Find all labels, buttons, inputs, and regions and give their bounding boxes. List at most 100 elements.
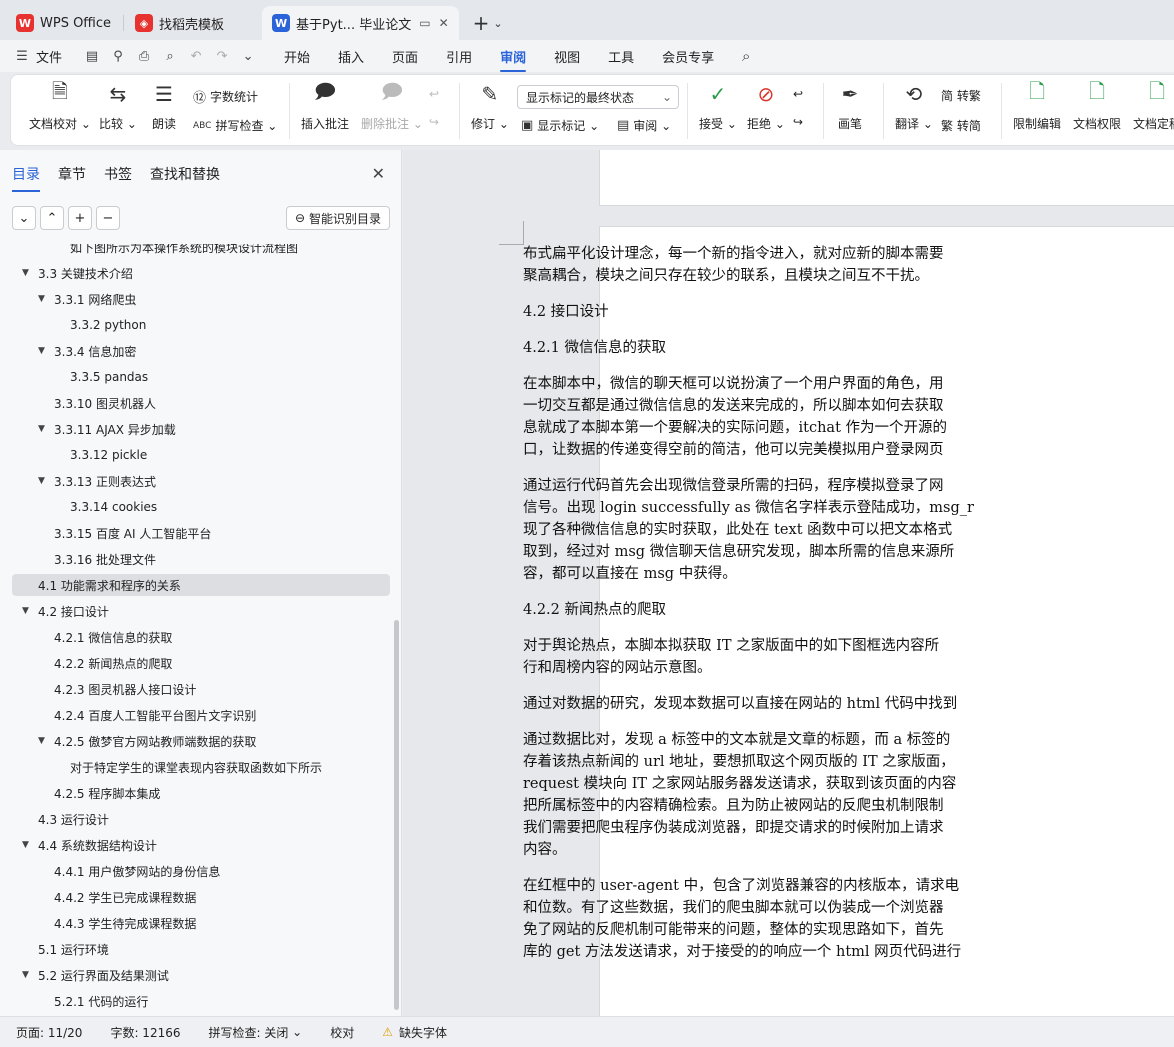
tab-chapters[interactable]: 章节 [58,164,86,192]
doc-permission-button[interactable]: 🗋 文档权限 [1073,79,1121,132]
collapse-all-button[interactable]: ⌄ [12,206,36,230]
toc-item[interactable]: ▼ 5.2 运行界面及结果测试 [12,964,390,986]
tab-find-replace[interactable]: 查找和替换 [150,164,220,192]
tab-wps-office[interactable]: W WPS Office [6,6,125,40]
expand-triangle-icon[interactable]: ▼ [22,840,34,850]
expand-triangle-icon[interactable]: ▼ [38,294,50,304]
next-change-button[interactable]: ↪ [793,115,803,129]
menu-tab-review[interactable]: 审阅 [500,41,527,72]
toc-item[interactable]: 4.3 运行设计 [12,808,390,830]
toc-item[interactable]: 对于特定学生的课堂表现内容获取函数如下所示 [12,756,390,778]
revise-button[interactable]: ✎ 修订 ⌄ [471,79,509,132]
show-markup-button[interactable]: ▣ 显示标记 ⌄ [521,117,599,134]
toc-item[interactable]: 4.4.1 用户傲梦网站的身份信息 [12,860,390,882]
remove-heading-button[interactable]: − [96,206,120,230]
redo-icon[interactable]: ↷ [214,48,230,64]
menu-tab-view[interactable]: 视图 [554,41,580,72]
menu-tab-page[interactable]: 页面 [392,41,418,72]
spell-check-button[interactable]: ABC 拼写检查 ⌄ [193,117,277,134]
review-pane-button[interactable]: ▤ 审阅 ⌄ [617,117,671,134]
word-count[interactable]: 字数: 12166 [110,1024,180,1041]
word-count-button[interactable]: ⑫ 字数统计 [193,87,258,106]
tab-toc[interactable]: 目录 [12,164,40,192]
share-icon[interactable]: ⚲ [110,48,126,64]
print-icon[interactable]: ⎙ [136,48,152,64]
menu-tab-references[interactable]: 引用 [446,41,472,72]
tab-bookmarks[interactable]: 书签 [104,164,132,192]
toc-item[interactable]: ▼ 3.3.4 信息加密 [12,340,390,362]
toc-item[interactable]: 3.3.2 python [12,314,390,336]
menu-tab-home[interactable]: 开始 [284,41,310,72]
spell-check-status[interactable]: 拼写检查: 关闭 ⌄ [209,1024,303,1041]
restrict-edit-button[interactable]: 🗋 限制编辑 [1013,79,1061,132]
toc-item[interactable]: 3.3.10 图灵机器人 [12,392,390,414]
toc-item[interactable]: 3.3.5 pandas [12,366,390,388]
page-indicator[interactable]: 页面: 11/20 [16,1024,82,1041]
detach-window-icon[interactable]: ▭ [419,16,430,30]
toc-item[interactable]: 3.3.12 pickle [12,444,390,466]
toc-item[interactable]: ▼ 3.3.1 网络爬虫 [12,288,390,310]
delete-comment-button[interactable]: 🗩 删除批注 ⌄ [361,79,423,132]
tab-docer-templates[interactable]: ◈ 找稻壳模板 [125,6,259,40]
toc-item[interactable]: 4.4.2 学生已完成课程数据 [12,886,390,908]
menu-tab-tools[interactable]: 工具 [608,41,634,72]
toc-item[interactable]: 3.3.15 百度 AI 人工智能平台 [12,522,390,544]
toc-item[interactable]: 4.2.4 百度人工智能平台图片文字识别 [12,704,390,726]
next-comment-button[interactable]: ↪ [429,115,439,129]
toc-item[interactable]: 5.1 运行环境 [12,938,390,960]
expand-up-button[interactable]: ⌃ [40,206,64,230]
expand-triangle-icon[interactable]: ▼ [38,424,50,434]
toc-item[interactable]: 4.2.1 微信信息的获取 [12,626,390,648]
toc-item[interactable]: 5.2.1 代码的运行 [12,990,390,1012]
compare-button[interactable]: ⇆ 比较 ⌄ [99,79,137,132]
toc-item[interactable]: ▼ 3.3.13 正则表达式 [12,470,390,492]
toc-item[interactable]: 如下图所示为本操作系统的模块设计流程图 [12,244,390,258]
to-traditional-button[interactable]: 简 转繁 [941,87,981,104]
toc-item[interactable]: ▼ 3.3 关键技术介绍 [12,262,390,284]
undo-icon[interactable]: ↶ [188,48,204,64]
pen-button[interactable]: ✒ 画笔 [837,79,863,132]
prev-comment-button[interactable]: ↩ [429,87,439,101]
menu-tab-membership[interactable]: 会员专享 [662,41,714,72]
markup-state-select[interactable]: 显示标记的最终状态 ⌄ [517,85,679,109]
proofread-status[interactable]: 校对 [330,1024,354,1041]
more-chevron-icon[interactable]: ⌄ [240,48,256,64]
expand-triangle-icon[interactable]: ▼ [22,970,34,980]
expand-triangle-icon[interactable]: ▼ [38,476,50,486]
toc-item[interactable]: 4.2.2 新闻热点的爬取 [12,652,390,674]
toc-item[interactable]: 4.4.3 学生待完成课程数据 [12,912,390,934]
expand-triangle-icon[interactable]: ▼ [22,268,34,278]
close-icon[interactable]: ✕ [372,164,385,183]
toc-scrollbar[interactable] [394,620,399,1010]
smart-toc-button[interactable]: ⊖ 智能识别目录 [286,206,390,230]
toc-item[interactable]: ▼ 4.2.5 傲梦官方网站教师端数据的获取 [12,730,390,752]
document-body-text[interactable]: 布式扁平化设计理念，每一个新的指令进入，就对应新的脚本需要 聚高耦合，模块之间只存… [523,243,1123,963]
toc-item[interactable]: ▼ 3.3.11 AJAX 异步加载 [12,418,390,440]
tab-thesis-document[interactable]: W 基于Pyt... 毕业论文 ▭ ✕ [262,6,459,40]
toc-item[interactable]: ▼ 4.4 系统数据结构设计 [12,834,390,856]
expand-triangle-icon[interactable]: ▼ [22,606,34,616]
reject-button[interactable]: ⊘ 拒绝 ⌄ [747,79,785,132]
missing-font-status[interactable]: ⚠ 缺失字体 [382,1024,447,1041]
toc-item[interactable]: 3.3.14 cookies [12,496,390,518]
toc-item[interactable]: 4.2.3 图灵机器人接口设计 [12,678,390,700]
accept-button[interactable]: ✓ 接受 ⌄ [699,79,737,132]
doc-finalize-button[interactable]: 🗋 文档定稿 [1133,79,1174,132]
print-preview-icon[interactable]: ⌕ [162,48,178,64]
toc-item[interactable]: 4.1 功能需求和程序的关系 [12,574,390,596]
read-aloud-button[interactable]: ☰ 朗读 [151,79,177,132]
file-menu[interactable]: ☰ 文件 [14,47,62,66]
save-icon[interactable]: ▤ [84,48,100,64]
doc-proofread-button[interactable]: 🗎 文档校对 ⌄ [29,79,91,132]
to-simplified-button[interactable]: 繁 转简 [941,117,981,134]
toc-item[interactable]: 3.3.16 批处理文件 [12,548,390,570]
insert-comment-button[interactable]: 🗩 插入批注 [301,79,349,132]
prev-change-button[interactable]: ↩ [793,87,803,101]
expand-triangle-icon[interactable]: ▼ [38,736,50,746]
expand-triangle-icon[interactable]: ▼ [38,346,50,356]
menu-tab-insert[interactable]: 插入 [338,41,364,72]
toc-item[interactable]: ▼ 4.2 接口设计 [12,600,390,622]
toc-item[interactable]: 4.2.5 程序脚本集成 [12,782,390,804]
search-icon[interactable]: ⌕ [738,47,754,65]
close-icon[interactable]: ✕ [439,16,449,30]
